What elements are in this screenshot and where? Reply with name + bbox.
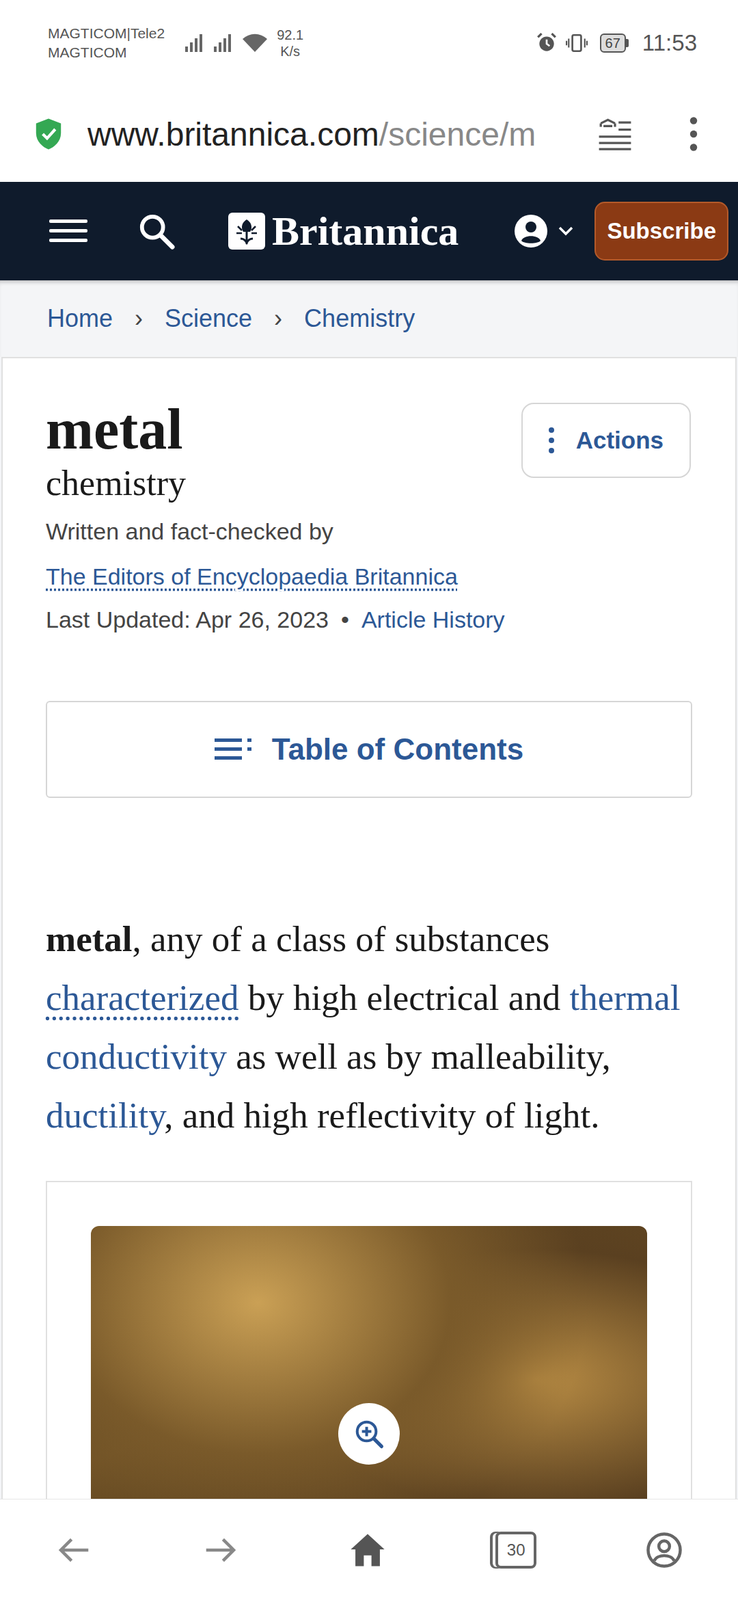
reader-mode-icon[interactable] <box>597 117 633 151</box>
breadcrumb-separator: › <box>134 304 143 333</box>
chevron-down-icon <box>557 225 574 237</box>
user-icon <box>513 213 549 249</box>
actions-button[interactable]: Actions <box>521 402 691 478</box>
text-run: as well as by malleability, <box>226 1035 611 1076</box>
article-title: metal <box>45 396 186 462</box>
home-icon[interactable] <box>348 1529 387 1569</box>
breadcrumb-link[interactable]: Chemistry <box>304 304 415 333</box>
browser-screen: MAGTICOM|Tele2MAGTICOM 92.1K/s 67 11:53 www.… <box>0 0 738 1599</box>
inline-link[interactable]: ductility <box>45 1094 164 1135</box>
status-bar: MAGTICOM|Tele2MAGTICOM 92.1K/s 67 11:53 <box>0 0 738 87</box>
page-content: Britannica Subscribe Home › Science › Chemistr… <box>0 181 738 1498</box>
article-subtitle: chemistry <box>45 461 186 505</box>
carriers: MAGTICOM|Tele2MAGTICOM <box>47 23 165 63</box>
breadcrumb-link[interactable]: Home <box>47 304 113 333</box>
vibrate-icon <box>565 32 588 54</box>
secure-shield-icon[interactable] <box>34 117 63 151</box>
carrier-label: MAGTICOM|Tele2 <box>47 23 165 44</box>
britannica-logo[interactable]: Britannica <box>228 207 459 255</box>
profile-icon[interactable] <box>645 1529 684 1569</box>
subscribe-button[interactable]: Subscribe <box>594 201 729 261</box>
url-field[interactable]: www.britannica.com/science/m <box>87 115 573 154</box>
tabs-button[interactable]: 30 <box>495 1530 537 1568</box>
table-of-contents-button[interactable]: Table of Contents <box>45 700 693 798</box>
menu-icon[interactable] <box>49 217 88 245</box>
search-icon[interactable] <box>138 212 175 250</box>
signal-icon <box>212 32 234 54</box>
zoom-in-icon <box>353 1417 385 1449</box>
list-icon <box>214 736 253 762</box>
site-header: Britannica Subscribe <box>0 181 738 281</box>
battery-indicator: 67 <box>599 33 629 53</box>
signal-icon <box>183 32 205 54</box>
lead-paragraph: metal, any of a class of substances char… <box>45 908 697 1144</box>
breadcrumb-link[interactable]: Science <box>164 304 253 333</box>
zoom-button[interactable] <box>338 1402 400 1464</box>
tab-count: 30 <box>507 1539 526 1559</box>
breadcrumbs: Home › Science › Chemistry <box>0 280 738 357</box>
more-icon[interactable] <box>688 116 699 152</box>
author-link[interactable]: The Editors of Encyclopaedia Britannica <box>45 563 458 590</box>
account-menu[interactable] <box>513 213 574 249</box>
carrier-label: MAGTICOM <box>47 43 165 63</box>
wifi-icon <box>241 32 269 54</box>
clock: 11:53 <box>642 30 697 57</box>
article-card: metalchemistryActionsWritten and fact-ch… <box>1 356 737 1498</box>
forward-arrow-icon[interactable] <box>201 1529 240 1569</box>
gold-bar-photo[interactable] <box>90 1225 648 1498</box>
back-arrow-icon[interactable] <box>54 1529 93 1569</box>
breadcrumb-separator: › <box>274 304 283 333</box>
figure <box>45 1180 693 1498</box>
bottom-navigation: 30 <box>0 1497 738 1599</box>
thistle-icon <box>228 212 266 250</box>
text-run: , and high reflectivity of light. <box>164 1094 600 1135</box>
address-bar: www.britannica.com/science/m <box>0 86 738 182</box>
alarm-icon <box>535 32 558 54</box>
update-info: Last Updated: Apr 26, 2023•Article Histo… <box>45 602 693 637</box>
network-speed: 92.1K/s <box>276 26 304 60</box>
byline: Written and fact-checked by <box>45 513 693 549</box>
text-run: by high electrical and <box>238 977 570 1017</box>
text-run: metal <box>45 918 133 959</box>
more-icon <box>547 426 556 454</box>
inline-link[interactable]: characterized <box>45 977 239 1017</box>
article-history-link[interactable]: Article History <box>361 602 505 637</box>
text-run: , any of a class of substances <box>132 918 551 959</box>
